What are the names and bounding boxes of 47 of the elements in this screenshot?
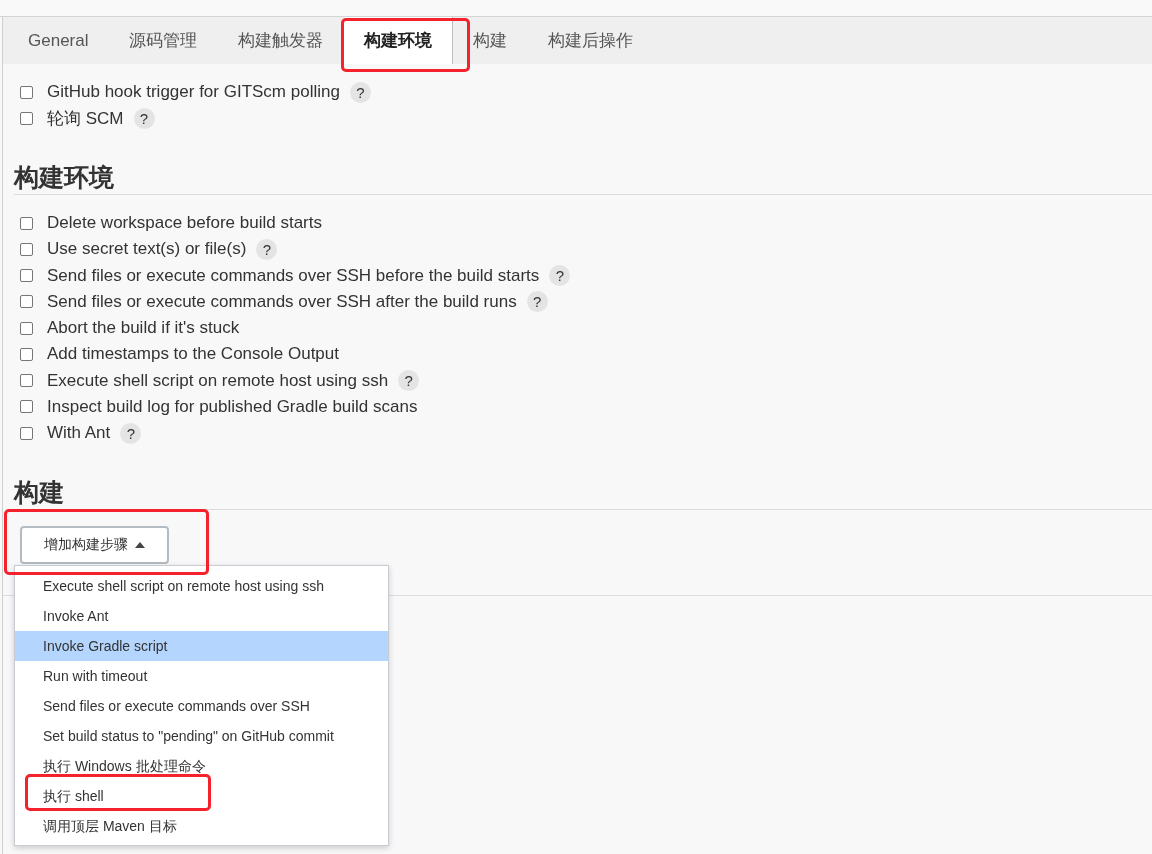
option-label: Send files or execute commands over SSH before the build starts [47, 265, 540, 286]
option-label: GitHub hook trigger for GITScm polling [47, 82, 340, 102]
option-label: Execute shell script on remote host using ssh [47, 370, 389, 391]
checkbox[interactable] [20, 374, 33, 388]
menu-item[interactable]: 执行 shell [15, 781, 388, 812]
help-button[interactable]: ? [526, 291, 548, 313]
help-button[interactable]: ? [120, 422, 142, 444]
menu-item[interactable]: Invoke Gradle script [15, 631, 388, 662]
tab[interactable]: General [8, 17, 110, 64]
option-label: Delete workspace before build starts [47, 213, 322, 234]
menu-item[interactable]: Send files or execute commands over SSH [15, 691, 388, 722]
menu-item[interactable]: Execute shell script on remote host using ssh [15, 571, 388, 602]
option-label: 轮询 SCM [47, 107, 124, 130]
tab[interactable]: 构建环境 [344, 17, 454, 64]
checkbox[interactable] [20, 216, 33, 230]
option-label: With Ant [47, 423, 111, 444]
section-heading: 构建 [14, 477, 64, 509]
menu-item[interactable]: 执行 Windows 批处理命令 [15, 751, 388, 782]
option-label: Inspect build log for published Gradle build scans [47, 396, 418, 417]
option-label: Abort the build if it's stuck [47, 318, 240, 339]
help-button[interactable]: ? [349, 81, 371, 103]
menu-item[interactable]: Set build status to "pending" on GitHub commit [15, 721, 388, 752]
help-button[interactable]: ? [256, 238, 278, 260]
help-button[interactable]: ? [133, 107, 155, 129]
checkbox[interactable] [20, 85, 33, 99]
help-button[interactable]: ? [549, 265, 571, 287]
tab[interactable]: 构建后操作 [528, 17, 655, 64]
checkbox[interactable] [20, 400, 33, 414]
section-heading: 构建环境 [14, 162, 114, 193]
checkbox[interactable] [20, 295, 33, 309]
checkbox[interactable] [20, 321, 33, 335]
checkbox[interactable] [20, 242, 33, 256]
tab[interactable]: 源码管理 [109, 17, 219, 64]
tab[interactable]: 构建 [453, 17, 529, 64]
add-step-button[interactable]: 增加构建步骤 [20, 526, 169, 565]
checkbox[interactable] [20, 426, 33, 440]
menu-item[interactable]: Invoke Ant [15, 601, 388, 632]
menu-item[interactable]: Run with timeout [15, 661, 388, 692]
menu-item[interactable]: 调用顶层 Maven 目标 [15, 811, 388, 842]
option-label: Add timestamps to the Console Output [47, 344, 339, 365]
checkbox[interactable] [20, 269, 33, 283]
option-label: Send files or execute commands over SSH after the build runs [47, 291, 517, 312]
checkbox[interactable] [20, 347, 33, 361]
checkbox[interactable] [20, 111, 33, 125]
help-button[interactable]: ? [398, 370, 420, 392]
tab[interactable]: 构建触发器 [218, 17, 345, 64]
option-label: Use secret text(s) or file(s) [47, 239, 247, 260]
